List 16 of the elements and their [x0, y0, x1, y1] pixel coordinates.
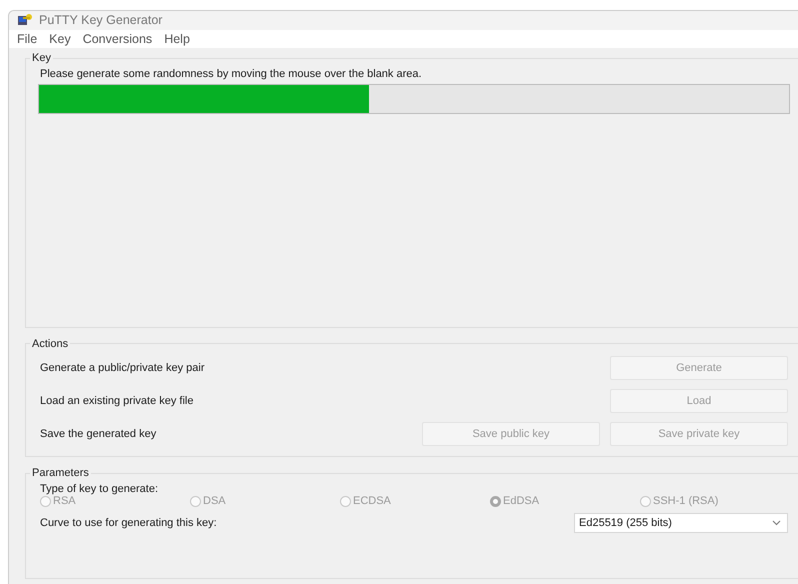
action-label: Save the generated key [39, 428, 158, 440]
action-label: Generate a public/private key pair [39, 362, 206, 374]
action-label: Load an existing private key file [39, 395, 194, 408]
instruction-text: Please generate some randomness by moving the mouse over the blank area. [40, 68, 423, 80]
curve-dropdown[interactable]: Ed25519 (255 bits) [574, 513, 788, 533]
menu-item[interactable]: Help [160, 32, 194, 46]
key-type-label: Type of key to generate: [39, 483, 160, 495]
group-title: Parameters [31, 467, 90, 479]
group-title: Actions [31, 338, 70, 350]
menu-item[interactable]: File [13, 32, 42, 46]
window-title: PuTTY Key Generator [39, 13, 162, 28]
menu-item[interactable]: Conversions [78, 32, 156, 46]
curve-label: Curve to use for generating this key: [40, 517, 217, 529]
chevron-down-icon [772, 520, 781, 526]
group-title: Key [31, 52, 52, 64]
menu-item[interactable]: Key [45, 32, 75, 46]
